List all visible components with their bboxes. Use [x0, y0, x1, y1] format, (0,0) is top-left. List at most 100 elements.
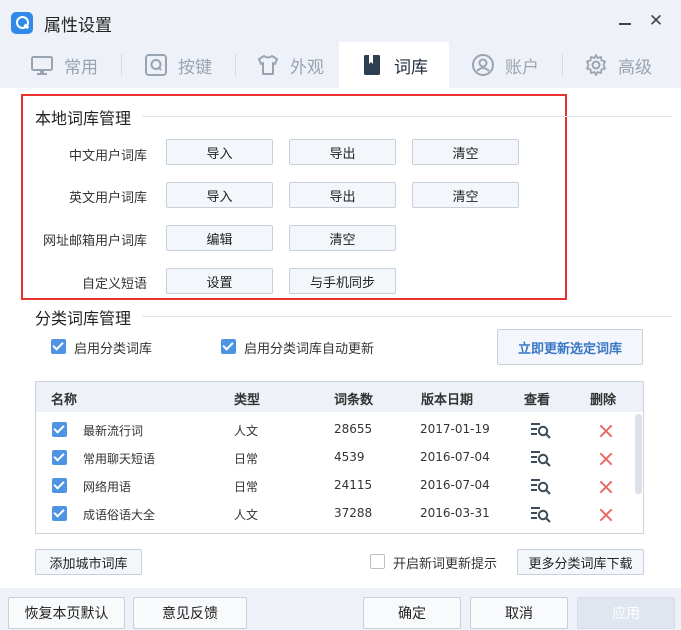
row-label-english: 英文用户词库: [68, 191, 147, 206]
enable-category-checkbox[interactable]: [51, 339, 66, 354]
row-checkbox[interactable]: [52, 450, 67, 465]
row-label-chinese: 中文用户词库: [68, 149, 147, 164]
auto-update-label: 启用分类词库自动更新: [244, 342, 375, 357]
delete-icon[interactable]: [599, 452, 613, 466]
close-button[interactable]: ✕: [645, 10, 667, 32]
view-icon[interactable]: [530, 449, 552, 467]
row-type: 人文: [234, 508, 259, 522]
col-name: 名称: [51, 393, 78, 408]
gear-icon: [584, 53, 608, 77]
feedback-button[interactable]: 意见反馈: [133, 597, 247, 629]
view-icon[interactable]: [530, 505, 552, 523]
local-section-title: 本地词库管理: [35, 109, 132, 128]
view-icon[interactable]: [530, 421, 552, 439]
table-row[interactable]: 成语俗语大全 人文 37288 2016-03-31: [36, 500, 633, 528]
window-title: 属性设置: [44, 16, 112, 36]
row-count: 28655: [334, 422, 373, 436]
tab-label: 账户: [505, 57, 539, 78]
row-label-custom-phrase: 自定义短语: [81, 277, 147, 292]
view-icon[interactable]: [530, 477, 552, 495]
cancel-button[interactable]: 取消: [470, 597, 568, 629]
tab-label: 外观: [290, 57, 324, 78]
clear-english-button[interactable]: 清空: [412, 182, 519, 208]
tab-appearance[interactable]: 外观: [240, 42, 340, 88]
table-row[interactable]: 网络用语 日常 24115 2016-07-04: [36, 472, 633, 500]
table-header: 名称 类型 词条数 版本日期 查看 删除: [36, 382, 643, 412]
row-checkbox[interactable]: [52, 422, 67, 437]
export-chinese-button[interactable]: 导出: [289, 139, 396, 165]
user-icon: [471, 53, 495, 77]
col-count: 词条数: [334, 393, 374, 408]
row-type: 日常: [234, 480, 259, 494]
update-selected-button[interactable]: 立即更新选定词库: [497, 329, 643, 365]
row-date: 2017-01-19: [420, 422, 490, 436]
edit-url-email-button[interactable]: 编辑: [166, 225, 273, 251]
row-name: 常用聊天短语: [83, 452, 156, 466]
row-name: 成语俗语大全: [83, 508, 156, 522]
new-word-tip-label: 开启新词更新提示: [393, 557, 498, 572]
delete-icon[interactable]: [599, 480, 613, 494]
row-name: 最新流行词: [83, 424, 144, 438]
tab-advanced[interactable]: 高级: [568, 42, 668, 88]
row-date: 2016-03-31: [420, 506, 490, 520]
col-type: 类型: [234, 393, 261, 408]
row-count: 24115: [334, 478, 373, 492]
row-count: 4539: [334, 450, 365, 464]
tab-label: 常用: [64, 57, 98, 78]
clear-chinese-button[interactable]: 清空: [412, 139, 519, 165]
ok-button[interactable]: 确定: [363, 597, 461, 629]
import-chinese-button[interactable]: 导入: [166, 139, 273, 165]
col-date: 版本日期: [421, 393, 474, 408]
tab-keys[interactable]: 按键: [128, 42, 228, 88]
tab-divider: [121, 54, 122, 76]
row-date: 2016-07-04: [420, 478, 490, 492]
book-icon: [360, 53, 384, 77]
monitor-icon: [30, 53, 54, 77]
col-view: 查看: [524, 393, 551, 408]
category-table: 名称 类型 词条数 版本日期 查看 删除 最新流行词 人文 28655 2017-01…: [35, 381, 644, 534]
enable-category-label: 启用分类词库: [74, 342, 153, 357]
export-english-button[interactable]: 导出: [289, 182, 396, 208]
add-city-dictionary-button[interactable]: 添加城市词库: [35, 549, 142, 575]
row-checkbox[interactable]: [52, 478, 67, 493]
delete-icon[interactable]: [599, 424, 613, 438]
section-divider: [142, 316, 672, 317]
restore-default-button[interactable]: 恢复本页默认: [8, 597, 125, 629]
settings-window: 属性设置 ✕ 常用 按键 外观 词库 账户 高级 本地词库管理 中文用户词库 导…: [0, 0, 681, 630]
apply-button[interactable]: 应用: [577, 597, 675, 629]
auto-update-checkbox[interactable]: [221, 339, 236, 354]
row-name: 网络用语: [83, 480, 132, 494]
shirt-icon: [256, 53, 280, 77]
row-label-url-email: 网址邮箱用户词库: [42, 234, 147, 249]
tab-bar: 常用 按键 外观 词库 账户 高级: [0, 42, 681, 88]
sync-phone-button[interactable]: 与手机同步: [289, 268, 396, 294]
key-q-icon: [144, 53, 168, 77]
col-delete: 删除: [590, 393, 617, 408]
tab-account[interactable]: 账户: [455, 42, 555, 88]
title-bar: 属性设置 ✕: [0, 0, 681, 42]
tab-label: 按键: [178, 57, 212, 78]
minimize-button[interactable]: [614, 10, 636, 32]
delete-icon[interactable]: [599, 508, 613, 522]
category-section-title: 分类词库管理: [35, 309, 132, 328]
import-english-button[interactable]: 导入: [166, 182, 273, 208]
dictionary-panel: 本地词库管理 中文用户词库 导入 导出 清空 英文用户词库 导入 导出 清空 网…: [0, 88, 681, 588]
custom-phrase-settings-button[interactable]: 设置: [166, 268, 273, 294]
row-count: 37288: [334, 506, 373, 520]
row-checkbox[interactable]: [52, 506, 67, 521]
footer-bar: 恢复本页默认 意见反馈 确定 取消 应用: [0, 588, 681, 630]
section-divider: [142, 116, 672, 117]
tab-dictionary[interactable]: 词库: [339, 42, 449, 88]
clear-url-email-button[interactable]: 清空: [289, 225, 396, 251]
tab-label: 高级: [618, 57, 652, 78]
tab-divider: [235, 54, 236, 76]
row-type: 人文: [234, 424, 259, 438]
new-word-tip-checkbox[interactable]: [370, 554, 385, 569]
table-scrollbar[interactable]: [635, 414, 642, 494]
table-row[interactable]: 常用聊天短语 日常 4539 2016-07-04: [36, 444, 633, 472]
more-download-button[interactable]: 更多分类词库下载: [517, 549, 644, 575]
tab-label: 词库: [394, 57, 428, 78]
tab-common[interactable]: 常用: [14, 42, 114, 88]
tab-divider: [562, 54, 563, 76]
table-row[interactable]: 最新流行词 人文 28655 2017-01-19: [36, 416, 633, 444]
